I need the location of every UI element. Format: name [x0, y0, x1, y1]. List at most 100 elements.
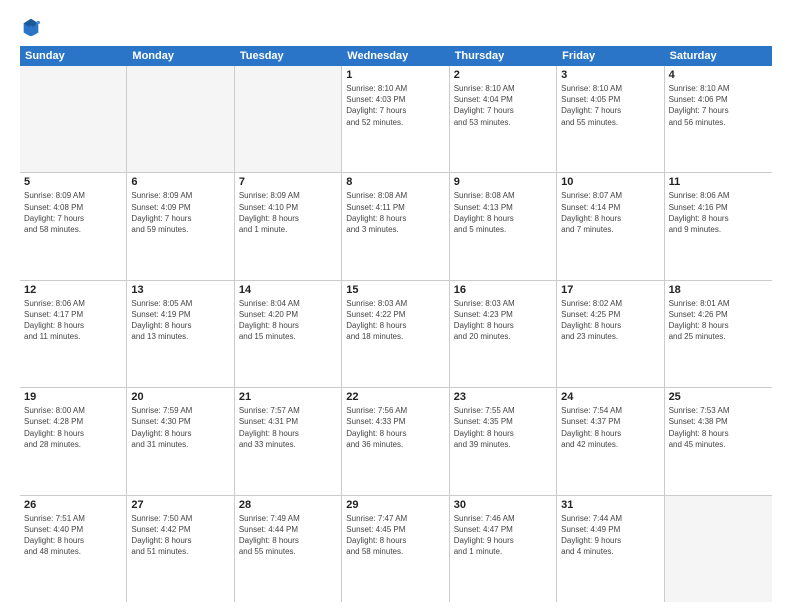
cell-day-number: 5 [24, 176, 122, 188]
cell-day-number: 31 [561, 499, 659, 511]
calendar-cell: 16 Sunrise: 8:03 AM Sunset: 4:23 PM Dayli… [450, 281, 557, 387]
header [20, 16, 772, 38]
cell-day-number: 29 [346, 499, 444, 511]
cell-day-number: 8 [346, 176, 444, 188]
calendar-cell: 27 Sunrise: 7:50 AM Sunset: 4:42 PM Dayli… [127, 496, 234, 602]
calendar-cell: 26 Sunrise: 7:51 AM Sunset: 4:40 PM Dayli… [20, 496, 127, 602]
cell-day-number: 24 [561, 391, 659, 403]
calendar-cell [127, 66, 234, 172]
cell-info: Sunrise: 7:56 AM Sunset: 4:33 PM Dayligh… [346, 405, 444, 450]
cell-day-number: 9 [454, 176, 552, 188]
calendar-cell: 7 Sunrise: 8:09 AM Sunset: 4:10 PM Daylig… [235, 173, 342, 279]
weekday-header-tuesday: Tuesday [235, 46, 342, 66]
calendar-cell: 13 Sunrise: 8:05 AM Sunset: 4:19 PM Dayli… [127, 281, 234, 387]
calendar-cell [20, 66, 127, 172]
weekday-header-sunday: Sunday [20, 46, 127, 66]
calendar-cell [665, 496, 772, 602]
calendar-cell: 3Sunrise: 8:10 AM Sunset: 4:05 PM Daylig… [557, 66, 664, 172]
cell-info: Sunrise: 8:10 AM Sunset: 4:03 PM Dayligh… [346, 83, 444, 128]
cell-info: Sunrise: 8:09 AM Sunset: 4:09 PM Dayligh… [131, 190, 229, 235]
calendar-header: SundayMondayTuesdayWednesdayThursdayFrid… [20, 46, 772, 66]
calendar-cell: 9 Sunrise: 8:08 AM Sunset: 4:13 PM Daylig… [450, 173, 557, 279]
calendar-cell: 2 Sunrise: 8:10 AM Sunset: 4:04 PM Daylig… [450, 66, 557, 172]
calendar-cell: 12 Sunrise: 8:06 AM Sunset: 4:17 PM Dayli… [20, 281, 127, 387]
cell-info: Sunrise: 7:53 AM Sunset: 4:38 PM Dayligh… [669, 405, 768, 450]
calendar-cell [235, 66, 342, 172]
calendar-row-3: 19 Sunrise: 8:00 AM Sunset: 4:28 PM Dayli… [20, 388, 772, 495]
cell-day-number: 21 [239, 391, 337, 403]
calendar-cell: 30 Sunrise: 7:46 AM Sunset: 4:47 PM Dayli… [450, 496, 557, 602]
logo-icon [20, 16, 42, 38]
weekday-header-monday: Monday [127, 46, 234, 66]
calendar-cell: 14 Sunrise: 8:04 AM Sunset: 4:20 PM Dayli… [235, 281, 342, 387]
calendar-cell: 5 Sunrise: 8:09 AM Sunset: 4:08 PM Daylig… [20, 173, 127, 279]
weekday-header-friday: Friday [557, 46, 664, 66]
calendar-row-2: 12 Sunrise: 8:06 AM Sunset: 4:17 PM Dayli… [20, 281, 772, 388]
cell-day-number: 14 [239, 284, 337, 296]
cell-info: Sunrise: 7:47 AM Sunset: 4:45 PM Dayligh… [346, 513, 444, 558]
cell-info: Sunrise: 8:10 AM Sunset: 4:04 PM Dayligh… [454, 83, 552, 128]
cell-info: Sunrise: 8:06 AM Sunset: 4:17 PM Dayligh… [24, 298, 122, 343]
cell-info: Sunrise: 8:00 AM Sunset: 4:28 PM Dayligh… [24, 405, 122, 450]
cell-info: Sunrise: 7:46 AM Sunset: 4:47 PM Dayligh… [454, 513, 552, 558]
cell-day-number: 11 [669, 176, 768, 188]
calendar-cell: 18Sunrise: 8:01 AM Sunset: 4:26 PM Dayli… [665, 281, 772, 387]
calendar-cell: 29 Sunrise: 7:47 AM Sunset: 4:45 PM Dayli… [342, 496, 449, 602]
calendar-cell: 4Sunrise: 8:10 AM Sunset: 4:06 PM Daylig… [665, 66, 772, 172]
cell-info: Sunrise: 8:02 AM Sunset: 4:25 PM Dayligh… [561, 298, 659, 343]
calendar-cell: 20 Sunrise: 7:59 AM Sunset: 4:30 PM Dayli… [127, 388, 234, 494]
cell-day-number: 7 [239, 176, 337, 188]
cell-day-number: 25 [669, 391, 768, 403]
weekday-header-saturday: Saturday [665, 46, 772, 66]
calendar-cell: 23 Sunrise: 7:55 AM Sunset: 4:35 PM Dayli… [450, 388, 557, 494]
calendar-row-1: 5 Sunrise: 8:09 AM Sunset: 4:08 PM Daylig… [20, 173, 772, 280]
cell-info: Sunrise: 8:05 AM Sunset: 4:19 PM Dayligh… [131, 298, 229, 343]
logo [20, 16, 46, 38]
cell-day-number: 10 [561, 176, 659, 188]
cell-day-number: 26 [24, 499, 122, 511]
cell-day-number: 17 [561, 284, 659, 296]
cell-day-number: 1 [346, 69, 444, 81]
cell-day-number: 20 [131, 391, 229, 403]
page: SundayMondayTuesdayWednesdayThursdayFrid… [0, 0, 792, 612]
calendar-cell: 28 Sunrise: 7:49 AM Sunset: 4:44 PM Dayli… [235, 496, 342, 602]
cell-day-number: 19 [24, 391, 122, 403]
calendar-cell: 31Sunrise: 7:44 AM Sunset: 4:49 PM Dayli… [557, 496, 664, 602]
calendar-row-0: 1 Sunrise: 8:10 AM Sunset: 4:03 PM Daylig… [20, 66, 772, 173]
cell-day-number: 15 [346, 284, 444, 296]
cell-day-number: 27 [131, 499, 229, 511]
cell-info: Sunrise: 7:54 AM Sunset: 4:37 PM Dayligh… [561, 405, 659, 450]
cell-info: Sunrise: 7:57 AM Sunset: 4:31 PM Dayligh… [239, 405, 337, 450]
cell-info: Sunrise: 8:06 AM Sunset: 4:16 PM Dayligh… [669, 190, 768, 235]
cell-day-number: 28 [239, 499, 337, 511]
cell-day-number: 6 [131, 176, 229, 188]
cell-info: Sunrise: 7:55 AM Sunset: 4:35 PM Dayligh… [454, 405, 552, 450]
cell-day-number: 12 [24, 284, 122, 296]
weekday-header-wednesday: Wednesday [342, 46, 449, 66]
calendar-cell: 15 Sunrise: 8:03 AM Sunset: 4:22 PM Dayli… [342, 281, 449, 387]
calendar-cell: 17 Sunrise: 8:02 AM Sunset: 4:25 PM Dayli… [557, 281, 664, 387]
calendar: SundayMondayTuesdayWednesdayThursdayFrid… [20, 46, 772, 602]
cell-info: Sunrise: 8:03 AM Sunset: 4:23 PM Dayligh… [454, 298, 552, 343]
calendar-cell: 19 Sunrise: 8:00 AM Sunset: 4:28 PM Dayli… [20, 388, 127, 494]
cell-info: Sunrise: 8:03 AM Sunset: 4:22 PM Dayligh… [346, 298, 444, 343]
cell-day-number: 23 [454, 391, 552, 403]
calendar-row-4: 26 Sunrise: 7:51 AM Sunset: 4:40 PM Dayli… [20, 496, 772, 602]
cell-day-number: 13 [131, 284, 229, 296]
cell-info: Sunrise: 7:51 AM Sunset: 4:40 PM Dayligh… [24, 513, 122, 558]
cell-day-number: 16 [454, 284, 552, 296]
cell-info: Sunrise: 7:50 AM Sunset: 4:42 PM Dayligh… [131, 513, 229, 558]
calendar-cell: 21 Sunrise: 7:57 AM Sunset: 4:31 PM Dayli… [235, 388, 342, 494]
cell-info: Sunrise: 7:59 AM Sunset: 4:30 PM Dayligh… [131, 405, 229, 450]
cell-info: Sunrise: 8:10 AM Sunset: 4:05 PM Dayligh… [561, 83, 659, 128]
cell-info: Sunrise: 8:04 AM Sunset: 4:20 PM Dayligh… [239, 298, 337, 343]
cell-info: Sunrise: 8:09 AM Sunset: 4:08 PM Dayligh… [24, 190, 122, 235]
cell-day-number: 30 [454, 499, 552, 511]
cell-info: Sunrise: 7:49 AM Sunset: 4:44 PM Dayligh… [239, 513, 337, 558]
cell-day-number: 4 [669, 69, 768, 81]
cell-day-number: 2 [454, 69, 552, 81]
cell-info: Sunrise: 8:08 AM Sunset: 4:13 PM Dayligh… [454, 190, 552, 235]
cell-info: Sunrise: 8:09 AM Sunset: 4:10 PM Dayligh… [239, 190, 337, 235]
calendar-cell: 11 Sunrise: 8:06 AM Sunset: 4:16 PM Dayli… [665, 173, 772, 279]
cell-info: Sunrise: 8:08 AM Sunset: 4:11 PM Dayligh… [346, 190, 444, 235]
